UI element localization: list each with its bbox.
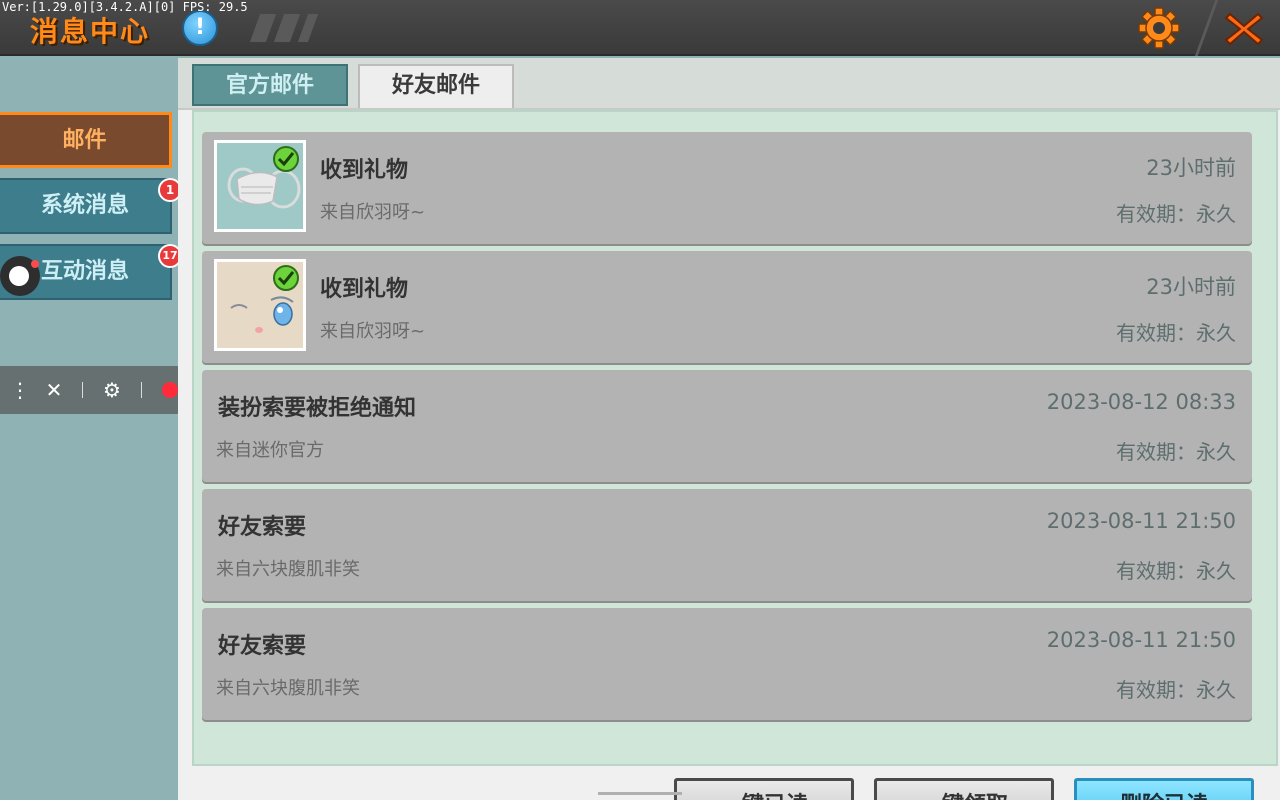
mail-title: 收到礼物 — [320, 158, 409, 183]
close-icon[interactable]: ✕ — [40, 366, 68, 414]
info-icon[interactable]: ! — [182, 10, 218, 46]
tab-official-mail[interactable]: 官方邮件 — [192, 64, 348, 106]
mail-time: 23小时前 — [1146, 156, 1236, 180]
mail-sender: 来自欣羽呀~ — [320, 202, 426, 223]
toolbar-divider — [82, 382, 83, 398]
mail-time: 2023-08-12 08:33 — [1046, 390, 1236, 414]
mail-list[interactable]: 收到礼物 来自欣羽呀~ 23小时前 有效期：永久 收到礼物 来自欣羽呀~ 23小… — [192, 110, 1278, 766]
gear-icon[interactable]: ⚙ — [98, 366, 126, 414]
sidebar-item-label: 系统消息 — [40, 193, 129, 218]
sidebar-item-mail[interactable]: 邮件 — [0, 112, 172, 168]
mask-gift-icon — [214, 140, 306, 232]
sidebar-item-label: 互动消息 — [40, 259, 129, 284]
mail-validity: 有效期：永久 — [1116, 559, 1236, 583]
mail-validity: 有效期：永久 — [1116, 440, 1236, 464]
mail-item[interactable]: 收到礼物 来自欣羽呀~ 23小时前 有效期：永久 — [202, 132, 1252, 244]
main-panel: 官方邮件 好友邮件 收到礼物 来自欣羽呀~ 23小时前 有效期：永久 收到礼物 … — [178, 58, 1280, 800]
tab-friend-mail[interactable]: 好友邮件 — [358, 64, 514, 110]
mail-content: 收到礼物 来自欣羽呀~ 23小时前 有效期：永久 收到礼物 来自欣羽呀~ 23小… — [178, 108, 1280, 800]
mail-time: 2023-08-11 21:50 — [1046, 628, 1236, 652]
check-icon — [273, 146, 299, 172]
mail-item[interactable]: 装扮索要被拒绝通知 来自迷你官方 2023-08-12 08:33 有效期：永久 — [202, 370, 1252, 482]
mail-item[interactable]: 收到礼物 来自欣羽呀~ 23小时前 有效期：永久 — [202, 251, 1252, 363]
record-icon[interactable] — [162, 382, 178, 398]
sidebar-item-label: 邮件 — [62, 128, 107, 153]
check-icon — [273, 265, 299, 291]
mail-validity: 有效期：永久 — [1116, 678, 1236, 702]
mail-sender: 来自六块腹肌非笑 — [216, 559, 360, 580]
mail-title: 好友索要 — [218, 515, 307, 540]
mail-sender: 来自迷你官方 — [216, 440, 324, 461]
mail-time: 23小时前 — [1146, 275, 1236, 299]
close-icon[interactable] — [1222, 8, 1266, 50]
mail-title: 收到礼物 — [320, 277, 409, 302]
mail-item[interactable]: 好友索要 来自六块腹肌非笑 2023-08-11 21:50 有效期：永久 — [202, 489, 1252, 601]
mail-title: 好友索要 — [218, 634, 307, 659]
mail-item[interactable]: 好友索要 来自六块腹肌非笑 2023-08-11 21:50 有效期：永久 — [202, 608, 1252, 720]
settings-gear-icon[interactable] — [1136, 6, 1182, 50]
read-all-button[interactable]: 一键已读 — [674, 778, 854, 800]
mail-sender: 来自欣羽呀~ — [320, 321, 426, 342]
home-indicator — [598, 792, 682, 795]
floating-toolbar: ⋮ ✕ ⚙ — [0, 366, 200, 414]
sidebar-item-system-messages[interactable]: 系统消息 — [0, 178, 172, 234]
top-bar: 消息中心 ! Ver:[1.29.0][3.4.2.A][0] FPS: 29.… — [0, 0, 1280, 56]
mail-sender: 来自六块腹肌非笑 — [216, 678, 360, 699]
version-text: Ver:[1.29.0][3.4.2.A][0] FPS: 29.5 — [2, 0, 248, 14]
claim-all-button[interactable]: 一键领取 — [874, 778, 1054, 800]
notification-dot — [31, 260, 39, 268]
header-divider — [1194, 0, 1219, 56]
toolbar-divider — [141, 382, 142, 398]
sidebar: 邮件 系统消息 1 互动消息 17 — [0, 58, 182, 800]
mail-validity: 有效期：永久 — [1116, 202, 1236, 226]
mail-title: 装扮索要被拒绝通知 — [218, 396, 417, 421]
mail-time: 2023-08-11 21:50 — [1046, 509, 1236, 533]
page-title: 消息中心 — [30, 15, 151, 48]
drag-handle-icon[interactable]: ⋮ — [10, 366, 30, 414]
face-gift-icon — [214, 259, 306, 351]
decorative-stripes — [249, 14, 319, 42]
mail-validity: 有效期：永久 — [1116, 321, 1236, 345]
delete-read-button[interactable]: 删除已读 — [1074, 778, 1254, 800]
